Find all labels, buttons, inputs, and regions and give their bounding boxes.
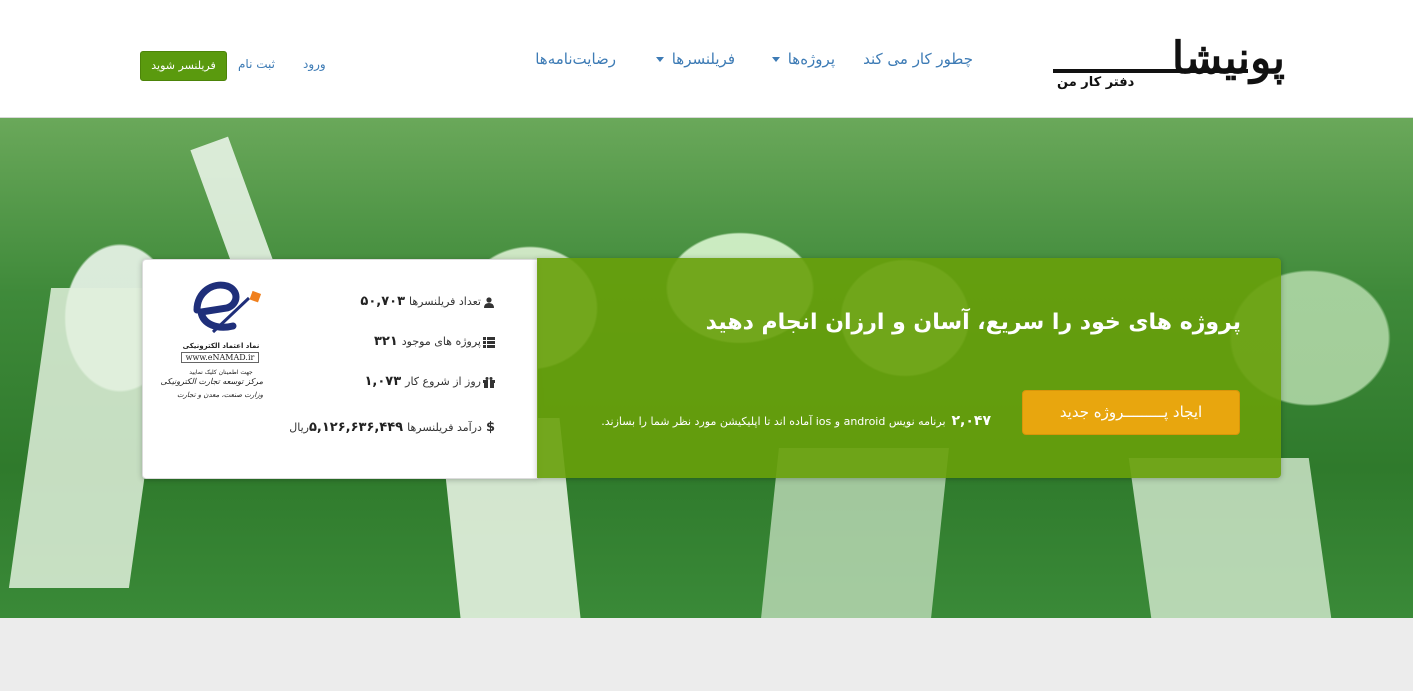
nav-projects-label: پروژه‌ها (787, 50, 835, 68)
stat-income: $درآمد فریلنسرها۵,۱۲۶,۶۳۶,۴۴۹ریال (289, 420, 495, 435)
ponisha-logo[interactable]: پونیشا دفتر کار من (1045, 30, 1286, 98)
dollar-icon: $ (485, 420, 495, 435)
stat-freelancers-value: ۵۰,۷۰۳ (360, 294, 406, 309)
create-project-button[interactable]: ایجاد پـــــــــروژه جدید (1022, 390, 1240, 435)
register-link[interactable]: ثبت نام (238, 57, 275, 71)
stat-income-unit: ریال (289, 421, 309, 434)
hero-background-shape (1128, 458, 1332, 618)
user-icon (484, 296, 494, 308)
enamad-line-1: نماد اعتماد الکترونیکی (182, 342, 260, 350)
enamad-site: www.eNAMAD.ir (181, 352, 259, 363)
cta-note-count: ۲,۰۴۷ (951, 413, 992, 429)
chevron-down-icon (771, 57, 780, 62)
enamad-trust-badge[interactable]: نماد اعتماد الکترونیکی www.eNAMAD.ir جهت… (160, 272, 263, 404)
chevron-down-icon (655, 57, 664, 62)
stat-projects-value: ۳۲۱ (373, 334, 398, 349)
gift-icon (483, 376, 495, 388)
stat-freelancers: تعداد فریلنسرها۵۰,۷۰۳ (360, 294, 495, 309)
stat-income-value: ۵,۱۲۶,۶۳۶,۴۴۹ (308, 420, 404, 435)
cta-note-text: برنامه نویس android و ios آماده اند تا ا… (601, 415, 946, 428)
nav-testimonials[interactable]: رضایت‌نامه‌ها (535, 50, 616, 76)
stat-freelancers-label: تعداد فریلنسرها (409, 295, 481, 308)
logo-text: پونیشا (1171, 33, 1286, 84)
cta-note: ۲,۰۴۷ برنامه نویس android و ios آماده اند… (601, 413, 991, 429)
become-freelancer-button[interactable]: فریلنسر شوید (140, 51, 227, 81)
cta-panel: پروژه های خود را سریع، آسان و ارزان انجا… (537, 258, 1281, 478)
page-footer-band (0, 618, 1413, 691)
stats-panel: تعداد فریلنسرها۵۰,۷۰۳ پروژه های موجود۳۲۱… (142, 259, 538, 479)
nav-freelancers[interactable]: فریلنسرها (655, 50, 735, 76)
login-link[interactable]: ورود (303, 57, 326, 71)
stat-projects: پروژه های موجود۳۲۱ (374, 334, 495, 349)
enamad-line-4: مرکز توسعه تجارت الکترونیکی (160, 377, 263, 386)
stat-projects-label: پروژه های موجود (401, 335, 481, 348)
site-header: پونیشا دفتر کار من چطور کار می کند پروژه… (0, 0, 1413, 118)
nav-how-it-works[interactable]: چطور کار می کند (863, 50, 973, 76)
nav-projects[interactable]: پروژه‌ها (771, 50, 835, 76)
logo-subtitle: دفتر کار من (1057, 75, 1135, 90)
list-icon (483, 336, 495, 348)
stat-days-label: روز از شروع کار (405, 375, 481, 388)
nav-testimonials-label: رضایت‌نامه‌ها (535, 50, 616, 68)
stat-days: روز از شروع کار۱,۰۷۳ (364, 374, 495, 389)
enamad-line-5: وزارت صنعت، معدن و تجارت (176, 391, 263, 399)
enamad-line-3: جهت اطمینان کلیک نمایید (189, 369, 253, 376)
nav-freelancers-label: فریلنسرها (671, 50, 735, 68)
stat-days-value: ۱,۰۷۳ (364, 374, 402, 389)
enamad-logo-icon (193, 281, 262, 334)
stat-income-label: درآمد فریلنسرها (407, 421, 482, 434)
nav-how-label: چطور کار می کند (863, 50, 973, 68)
cta-title: پروژه های خود را سریع، آسان و ارزان انجا… (705, 310, 1241, 335)
